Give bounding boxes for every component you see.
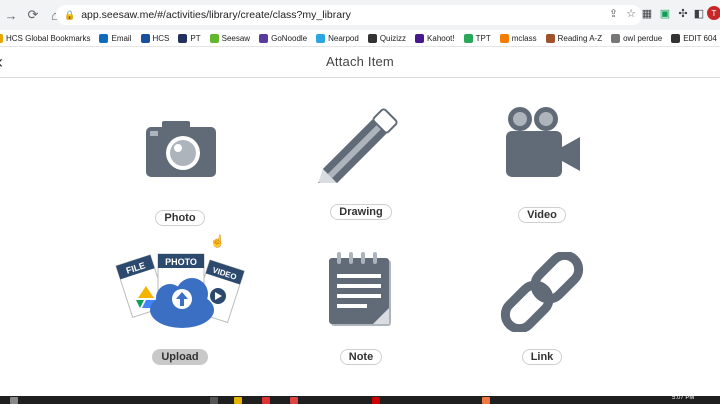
- bookmark-label: PT: [190, 33, 201, 43]
- bookmark-icon: [463, 33, 473, 43]
- bookmark-label: Nearpod: [328, 33, 359, 43]
- clock: 5:07 PM: [672, 395, 695, 401]
- notepad-icon: [329, 252, 391, 326]
- video-camera-icon: [506, 107, 580, 177]
- upload-label: Upload: [152, 349, 208, 365]
- lock-icon: 🔒: [64, 9, 76, 20]
- bookmark-icon: [99, 33, 109, 43]
- app-icon[interactable]: [482, 397, 490, 404]
- upload-icon: FILE VIDEO PHOTO: [115, 253, 245, 328]
- taskview-icon[interactable]: [210, 397, 218, 404]
- bookmark-icon: [415, 33, 425, 43]
- pencil-icon: [315, 108, 398, 191]
- puzzle-icon[interactable]: ✣: [676, 6, 690, 20]
- bookmark-label: Reading A-Z: [557, 33, 603, 43]
- link-option[interactable]: Link: [472, 250, 612, 365]
- bookmark-icon: [178, 33, 188, 43]
- grid-extension-icon[interactable]: ▦: [640, 6, 654, 20]
- page-title: Attach Item: [326, 54, 394, 69]
- attach-header: ‹ Attach Item: [0, 47, 720, 78]
- photo-card-label: PHOTO: [165, 257, 197, 267]
- bookmark-label: HCS: [152, 33, 170, 43]
- bookmark-item[interactable]: Email: [99, 33, 132, 43]
- sidepanel-icon[interactable]: ◧: [692, 6, 706, 20]
- bookmark-item[interactable]: TPT: [463, 33, 491, 43]
- bookmark-icon: [140, 33, 150, 43]
- bookmark-item[interactable]: HCS: [140, 33, 170, 43]
- bookmark-icon: [259, 33, 269, 43]
- note-label: Note: [339, 349, 383, 365]
- bookmark-label: Quizizz: [379, 33, 407, 43]
- bookmark-label: HCS Global Bookmarks: [6, 33, 91, 43]
- bookmark-icon: [499, 33, 509, 43]
- bookmark-icon: [316, 33, 326, 43]
- bookmark-item[interactable]: owl perdue: [611, 33, 663, 43]
- link-icon: [500, 250, 584, 334]
- bookmark-item[interactable]: EDIT 604: [671, 33, 717, 43]
- address-bar[interactable]: 🔒 app.seesaw.me/#/activities/library/cre…: [56, 5, 642, 25]
- bookmark-icon: [671, 33, 681, 43]
- camera-icon: [146, 121, 216, 177]
- bookmark-item[interactable]: PT: [178, 33, 201, 43]
- bookmark-label: TPT: [475, 33, 491, 43]
- note-option[interactable]: Note: [291, 252, 431, 365]
- browser-toolbar: → ⟳ ⌂ 🔒 app.seesaw.me/#/activities/libra…: [0, 0, 720, 30]
- bookmark-item[interactable]: Quizizz: [367, 33, 407, 43]
- bookmark-label: Email: [111, 33, 132, 43]
- video-label: Video: [518, 207, 566, 223]
- bookmark-label: owl perdue: [623, 33, 663, 43]
- green-extension-icon[interactable]: ▣: [658, 6, 672, 20]
- bookmark-label: Seesaw: [221, 33, 251, 43]
- bookmark-icon: [0, 33, 3, 43]
- folder-icon[interactable]: [234, 397, 242, 404]
- reload-icon[interactable]: ⟳: [24, 6, 42, 24]
- drawing-option[interactable]: Drawing: [291, 107, 431, 220]
- bookmark-icon: [611, 33, 621, 43]
- back-arrow-icon[interactable]: →: [2, 6, 20, 24]
- bookmark-label: GoNoodle: [271, 33, 308, 43]
- url-text: app.seesaw.me/#/activities/library/creat…: [81, 9, 351, 21]
- bookmark-icon: [209, 33, 219, 43]
- bookmark-item[interactable]: Reading A-Z: [545, 33, 603, 43]
- drawing-label: Drawing: [330, 204, 392, 220]
- photo-label: Photo: [155, 210, 205, 226]
- link-label: Link: [521, 349, 563, 365]
- bookmark-item[interactable]: HCS Global Bookmarks: [0, 33, 91, 43]
- app-icon[interactable]: [262, 397, 270, 404]
- bookmark-item[interactable]: GoNoodle: [259, 33, 308, 43]
- upload-option[interactable]: FILE VIDEO PHOTO Upload: [110, 252, 250, 365]
- share-icon[interactable]: ⇪: [609, 7, 618, 20]
- bookmark-item[interactable]: Kahoot!: [415, 33, 455, 43]
- bookmark-icon: [367, 33, 377, 43]
- bookmark-item[interactable]: mclass: [499, 33, 537, 43]
- profile-avatar[interactable]: T: [707, 6, 720, 20]
- bookmark-label: Kahoot!: [427, 33, 455, 43]
- photo-option[interactable]: Photo: [110, 113, 250, 226]
- app-icon[interactable]: [372, 397, 380, 404]
- bookmark-icon: [545, 33, 555, 43]
- chrome-icon[interactable]: [290, 397, 298, 404]
- bookmark-item[interactable]: Seesaw: [209, 33, 251, 43]
- taskbar: 5:07 PM: [0, 395, 720, 404]
- bookmark-label: EDIT 604: [683, 33, 717, 43]
- bookmark-item[interactable]: Nearpod: [316, 33, 359, 43]
- search-icon[interactable]: [10, 397, 18, 404]
- bookmarks-bar: HCS Global Bookmarks Email HCS PT Seesaw GoNo…: [0, 30, 720, 47]
- video-option[interactable]: Video: [472, 103, 612, 223]
- star-icon[interactable]: ☆: [626, 7, 636, 20]
- bookmark-label: mclass: [511, 33, 537, 43]
- hand-cursor-icon: ☝: [210, 234, 225, 248]
